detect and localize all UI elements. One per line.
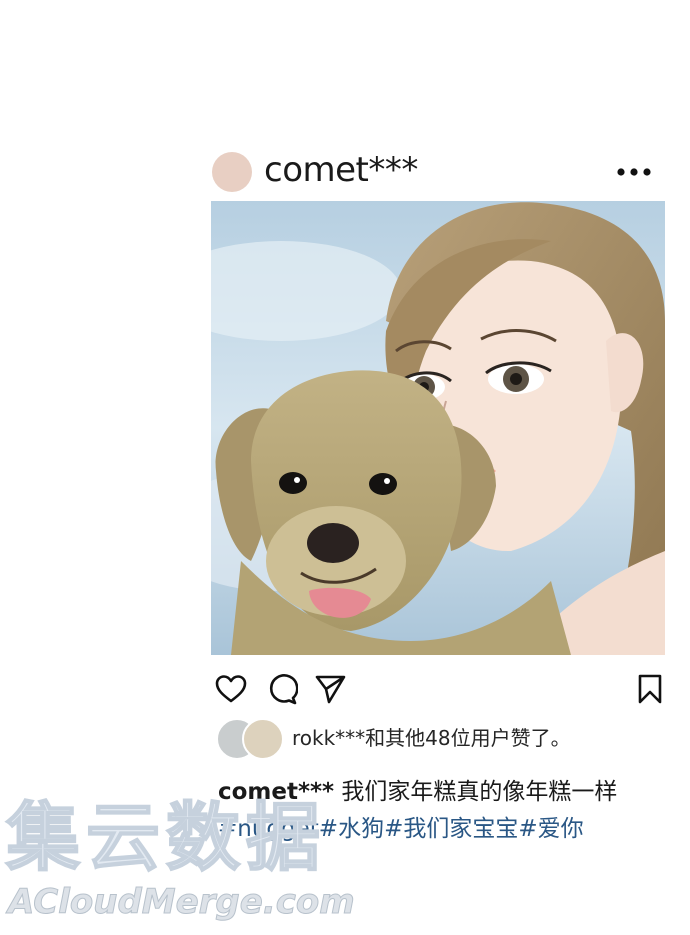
post-photo[interactable] [211,201,665,655]
caption-hashtags[interactable]: #nugget#水狗#我们家宝宝#爱你 [218,812,584,846]
avatar[interactable] [212,152,252,192]
post-header: comet*** [212,148,664,194]
post-caption: comet*** 我们家年糕真的像年糕一样 [218,776,688,808]
send-icon[interactable] [314,673,346,705]
watermark-en: ACloudMerge.com [8,882,356,923]
post-illustration [211,201,665,655]
likes-row: rokk***和其他48位用户赞了。 [216,718,668,760]
comment-icon[interactable] [266,673,298,705]
heart-icon[interactable] [215,673,247,705]
caption-text: 我们家年糕真的像年糕一样 [341,779,618,805]
post-username[interactable]: comet*** [264,148,418,192]
post-actions [213,673,665,707]
more-options-icon[interactable] [616,162,652,182]
bookmark-icon[interactable] [634,673,666,705]
caption-username[interactable]: comet*** [218,779,334,805]
liker-avatar[interactable] [242,718,284,760]
likes-summary[interactable]: rokk***和其他48位用户赞了。 [292,724,571,752]
